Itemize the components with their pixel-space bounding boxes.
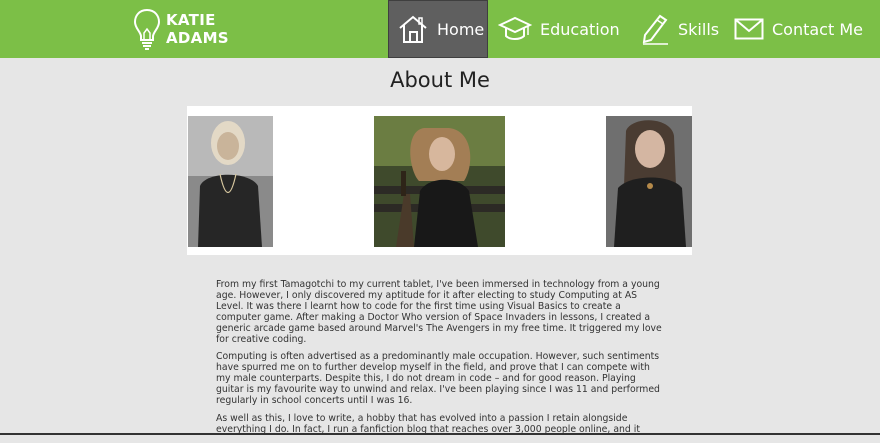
portrait-image-3 (606, 116, 692, 247)
about-paragraph-1: From my first Tamagotchi to my current t… (216, 279, 662, 345)
envelope-icon (734, 18, 764, 40)
nav-skills-label: Skills (678, 19, 720, 39)
about-paragraph-2: Computing is often advertised as a predo… (216, 351, 660, 407)
page-title: About Me (390, 68, 490, 92)
portrait-image-2 (374, 116, 505, 247)
nav-home-label: Home (437, 19, 485, 39)
nav-education-label: Education (540, 19, 620, 39)
photo-gallery (187, 106, 692, 255)
nav-contact-label: Contact Me (772, 19, 863, 39)
nav-education[interactable]: Education (498, 0, 620, 58)
portrait-photo-2 (374, 116, 505, 247)
portrait-photo-1 (188, 116, 273, 247)
portrait-photo-3 (606, 116, 692, 247)
nav-skills[interactable]: Skills (640, 0, 719, 58)
brand-logo[interactable]: KATIE ADAMS (132, 6, 229, 52)
nav-home[interactable]: Home (388, 0, 488, 58)
brand-first-name: KATIE (166, 11, 216, 29)
lightbulb-icon (133, 8, 161, 50)
graduation-cap-icon (498, 16, 532, 40)
house-icon (399, 15, 427, 43)
portrait-image-1 (188, 116, 273, 247)
about-text: From my first Tamagotchi to my current t… (216, 279, 662, 443)
pencil-icon (642, 14, 668, 45)
nav-contact[interactable]: Contact Me (734, 0, 863, 58)
brand-last-name: ADAMS (166, 29, 229, 47)
brand-name: KATIE ADAMS (166, 11, 229, 47)
navbar: KATIE ADAMS Home Education Skills Contac… (0, 0, 880, 58)
